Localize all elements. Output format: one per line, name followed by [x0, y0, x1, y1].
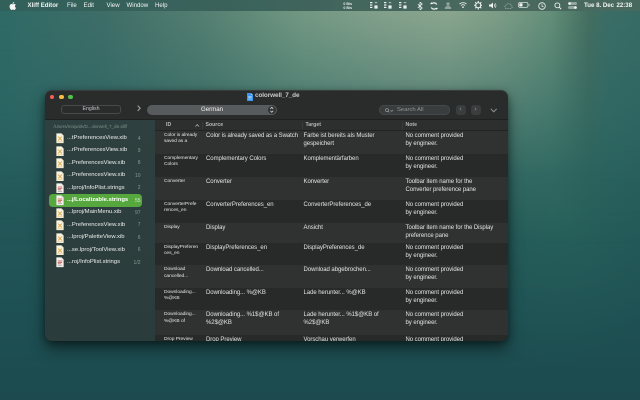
svg-text:0 B/s: 0 B/s: [343, 6, 352, 10]
svg-text:0 B/s: 0 B/s: [343, 2, 352, 6]
